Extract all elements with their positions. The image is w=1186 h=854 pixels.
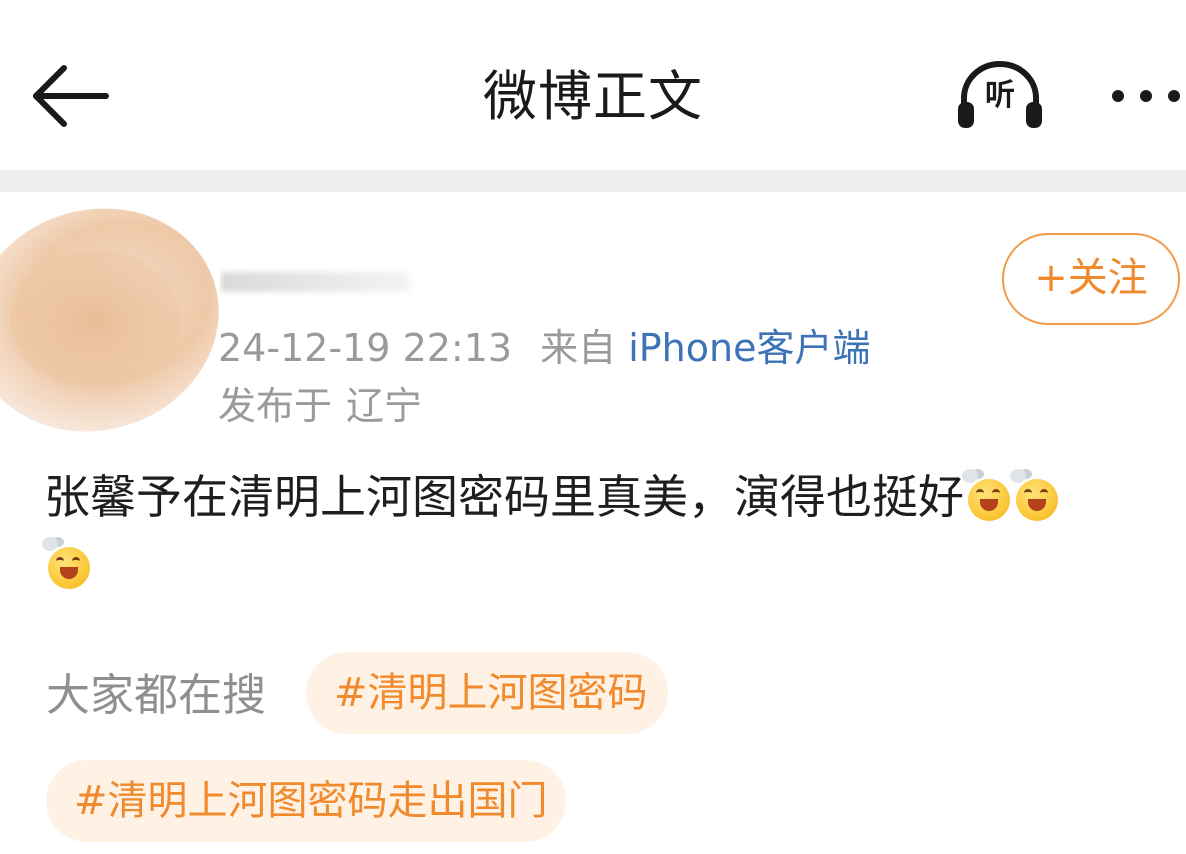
more-dots-icon bbox=[1168, 90, 1180, 102]
post-text-body: 张馨予在清明上河图密码里真美，演得也挺好 bbox=[44, 470, 964, 524]
laughing-face-emoji-icon bbox=[1010, 469, 1060, 521]
avatar[interactable] bbox=[0, 190, 230, 440]
location-name: 辽宁 bbox=[346, 384, 423, 428]
follow-button[interactable]: +关注 bbox=[1002, 233, 1180, 325]
trending-topic-chip[interactable]: #清明上河图密码走出国门 bbox=[46, 760, 566, 842]
laughing-face-emoji-icon bbox=[962, 469, 1012, 521]
more-dots-icon bbox=[1112, 90, 1124, 102]
more-dots-icon bbox=[1140, 90, 1152, 102]
trending-topic-chip[interactable]: #清明上河图密码 bbox=[306, 652, 668, 734]
top-navigation-bar: 微博正文 听 bbox=[0, 0, 1186, 170]
source-client-link[interactable]: iPhone客户端 bbox=[628, 326, 870, 370]
post-location: 发布于 辽宁 bbox=[218, 380, 422, 432]
post-content: 张馨予在清明上河图密码里真美，演得也挺好 bbox=[42, 466, 1164, 596]
source-prefix: 来自 bbox=[540, 326, 617, 370]
username-redacted bbox=[220, 272, 410, 292]
listen-button[interactable]: 听 bbox=[952, 58, 1048, 134]
laughing-face-emoji-icon bbox=[42, 537, 92, 589]
listen-label: 听 bbox=[985, 78, 1015, 113]
more-options-button[interactable] bbox=[1104, 72, 1186, 120]
location-prefix: 发布于 bbox=[218, 384, 333, 428]
post-timestamp: 24-12-19 22:13 bbox=[218, 326, 513, 370]
username[interactable] bbox=[220, 262, 420, 298]
trending-search-label: 大家都在搜 bbox=[46, 670, 266, 721]
post-meta: 24-12-19 22:13 来自 iPhone客户端 bbox=[218, 322, 870, 374]
section-divider bbox=[0, 170, 1186, 192]
avatar-image bbox=[10, 250, 180, 390]
